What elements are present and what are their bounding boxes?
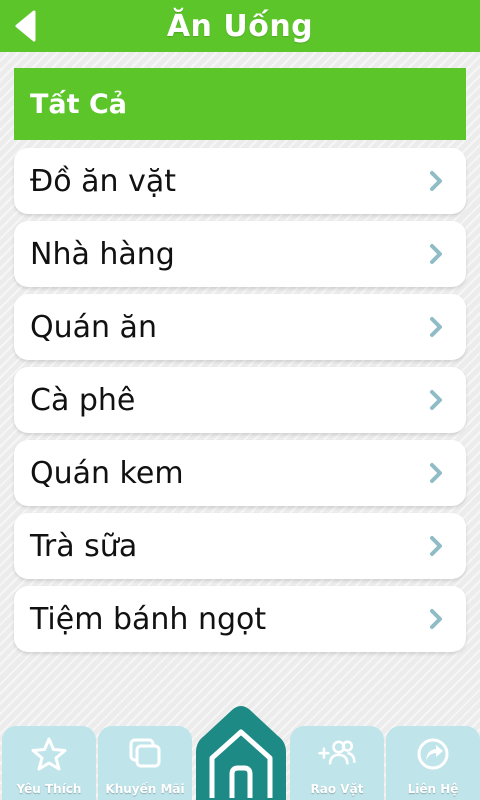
list-item[interactable]: Quán kem: [14, 440, 466, 506]
home-icon: [196, 706, 286, 800]
tab-contact-label: Liên Hệ: [407, 782, 459, 796]
tab-promotions-label: Khuyến Mãi: [105, 782, 185, 796]
tab-classifieds[interactable]: Rao Vặt: [290, 726, 384, 800]
list-item[interactable]: Đồ ăn vặt: [14, 148, 466, 214]
list-item[interactable]: Tiệm bánh ngọt: [14, 586, 466, 652]
list-item-label: Quán ăn: [30, 309, 157, 345]
chevron-right-icon: [428, 315, 444, 339]
category-all[interactable]: Tất Cả: [14, 68, 466, 140]
tab-favorites[interactable]: Yêu Thích: [2, 726, 96, 800]
tab-home[interactable]: [194, 702, 288, 800]
list-item[interactable]: Trà sữa: [14, 513, 466, 579]
tab-contact[interactable]: Liên Hệ: [386, 726, 480, 800]
bottom-tab-bar: Yêu Thích Khuyến Mãi Rao Vặt Liên Hệ: [0, 706, 480, 800]
list-item[interactable]: Nhà hàng: [14, 221, 466, 287]
star-icon: [29, 736, 69, 772]
back-button[interactable]: [6, 6, 46, 46]
list-item-label: Cà phê: [30, 382, 136, 418]
list-item[interactable]: Quán ăn: [14, 294, 466, 360]
cards-icon: [125, 736, 165, 772]
category-list: Tất Cả Đồ ăn vặt Nhà hàng Quán ăn Cà phê…: [14, 68, 466, 659]
list-item-label: Trà sữa: [30, 528, 138, 564]
tab-promotions[interactable]: Khuyến Mãi: [98, 726, 192, 800]
chevron-right-icon: [428, 388, 444, 412]
list-item-label: Quán kem: [30, 455, 184, 491]
chevron-right-icon: [428, 242, 444, 266]
list-item[interactable]: Cà phê: [14, 367, 466, 433]
chevron-right-icon: [428, 607, 444, 631]
chevron-right-icon: [428, 169, 444, 193]
app-header: Ăn Uống: [0, 0, 480, 52]
back-arrow-icon: [15, 10, 36, 42]
list-item-label: Đồ ăn vặt: [30, 163, 176, 199]
tab-classifieds-label: Rao Vặt: [310, 782, 364, 796]
category-all-label: Tất Cả: [30, 88, 127, 120]
page-title: Ăn Uống: [166, 8, 314, 44]
chevron-right-icon: [428, 461, 444, 485]
share-icon: [413, 736, 453, 772]
list-item-label: Nhà hàng: [30, 236, 175, 272]
list-item-label: Tiệm bánh ngọt: [30, 601, 267, 637]
tab-favorites-label: Yêu Thích: [16, 782, 82, 796]
add-users-icon: [317, 736, 357, 772]
chevron-right-icon: [428, 534, 444, 558]
